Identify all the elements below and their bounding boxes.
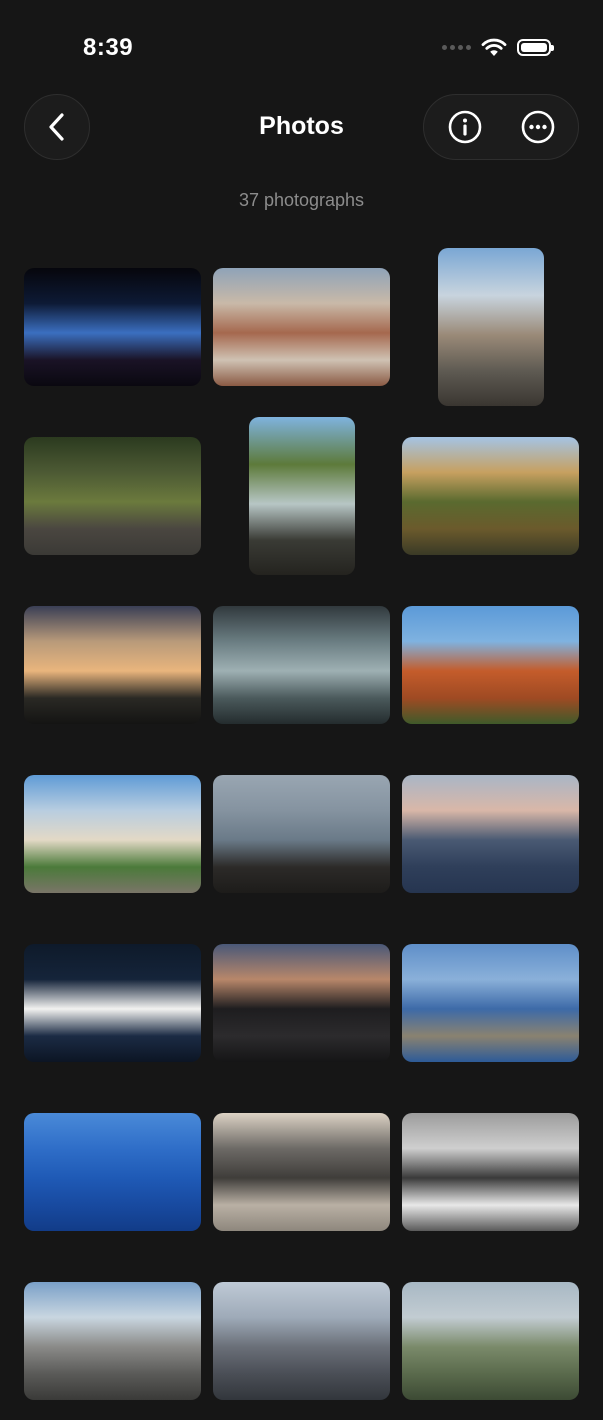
photo-thumbnail-building-rooftop[interactable] xyxy=(24,1282,201,1400)
signal-dots-icon xyxy=(442,45,471,50)
action-pill xyxy=(423,94,579,160)
battery-icon xyxy=(517,39,554,56)
photo-cell xyxy=(402,755,579,913)
more-button[interactable] xyxy=(508,97,568,157)
photo-thumbnail-restaurant-terrace[interactable] xyxy=(248,417,355,575)
photo-thumbnail-fish-market[interactable] xyxy=(213,606,390,724)
photo-cell xyxy=(402,586,579,744)
photo-thumbnail-lake-sculpture[interactable] xyxy=(402,944,579,1062)
photo-thumbnail-horizon-at-dusk[interactable] xyxy=(24,268,201,386)
status-icons xyxy=(442,38,554,57)
info-icon xyxy=(448,110,481,144)
photo-thumbnail-church-spire[interactable] xyxy=(213,1282,390,1400)
photo-cell xyxy=(24,924,201,1082)
photo-cell xyxy=(213,248,390,406)
photo-thumbnail-lakeside-people[interactable] xyxy=(213,775,390,893)
photo-thumbnail-hillside[interactable] xyxy=(402,1282,579,1400)
photo-thumbnail-open-sea[interactable] xyxy=(24,1113,201,1231)
photo-count: 37 photographs xyxy=(238,190,365,210)
photo-cell xyxy=(24,1262,201,1420)
photo-cell xyxy=(402,1262,579,1420)
photo-cell xyxy=(402,417,579,575)
photo-thumbnail-campus-architecture[interactable] xyxy=(213,1113,390,1231)
photo-cell xyxy=(213,924,390,1082)
photo-cell xyxy=(24,248,201,406)
photo-thumbnail-pine-trees[interactable] xyxy=(402,437,579,555)
photo-thumbnail-peacock[interactable] xyxy=(24,437,201,555)
status-time: 8:39 xyxy=(83,34,134,61)
info-button[interactable] xyxy=(435,97,495,157)
photo-cell xyxy=(213,755,390,913)
photo-thumbnail-city-rooftops[interactable] xyxy=(213,268,390,386)
photo-cell xyxy=(213,1093,390,1251)
photo-cell xyxy=(213,417,390,575)
photo-thumbnail-palm-sunset[interactable] xyxy=(24,606,201,724)
photo-thumbnail-modern-building-sunset[interactable] xyxy=(213,944,390,1062)
photo-cell xyxy=(213,586,390,744)
photo-cell xyxy=(402,1093,579,1251)
photo-thumbnail-narrow-street[interactable] xyxy=(437,248,544,406)
photo-thumbnail-bw-pattern-structure[interactable] xyxy=(402,1113,579,1231)
photo-cell xyxy=(402,248,579,406)
photo-cell xyxy=(24,586,201,744)
photo-cell xyxy=(213,1262,390,1420)
photo-thumbnail-harbor-dusk[interactable] xyxy=(402,775,579,893)
photo-cell xyxy=(24,1093,201,1251)
photo-thumbnail-coastal-cliffs[interactable] xyxy=(402,606,579,724)
wifi-icon xyxy=(481,38,507,56)
photo-thumbnail-resort-building[interactable] xyxy=(24,775,201,893)
photo-cell xyxy=(402,924,579,1082)
photo-cell xyxy=(24,755,201,913)
photo-thumbnail-white-swan[interactable] xyxy=(24,944,201,1062)
photo-cell xyxy=(24,417,201,575)
ellipsis-icon xyxy=(521,110,554,144)
